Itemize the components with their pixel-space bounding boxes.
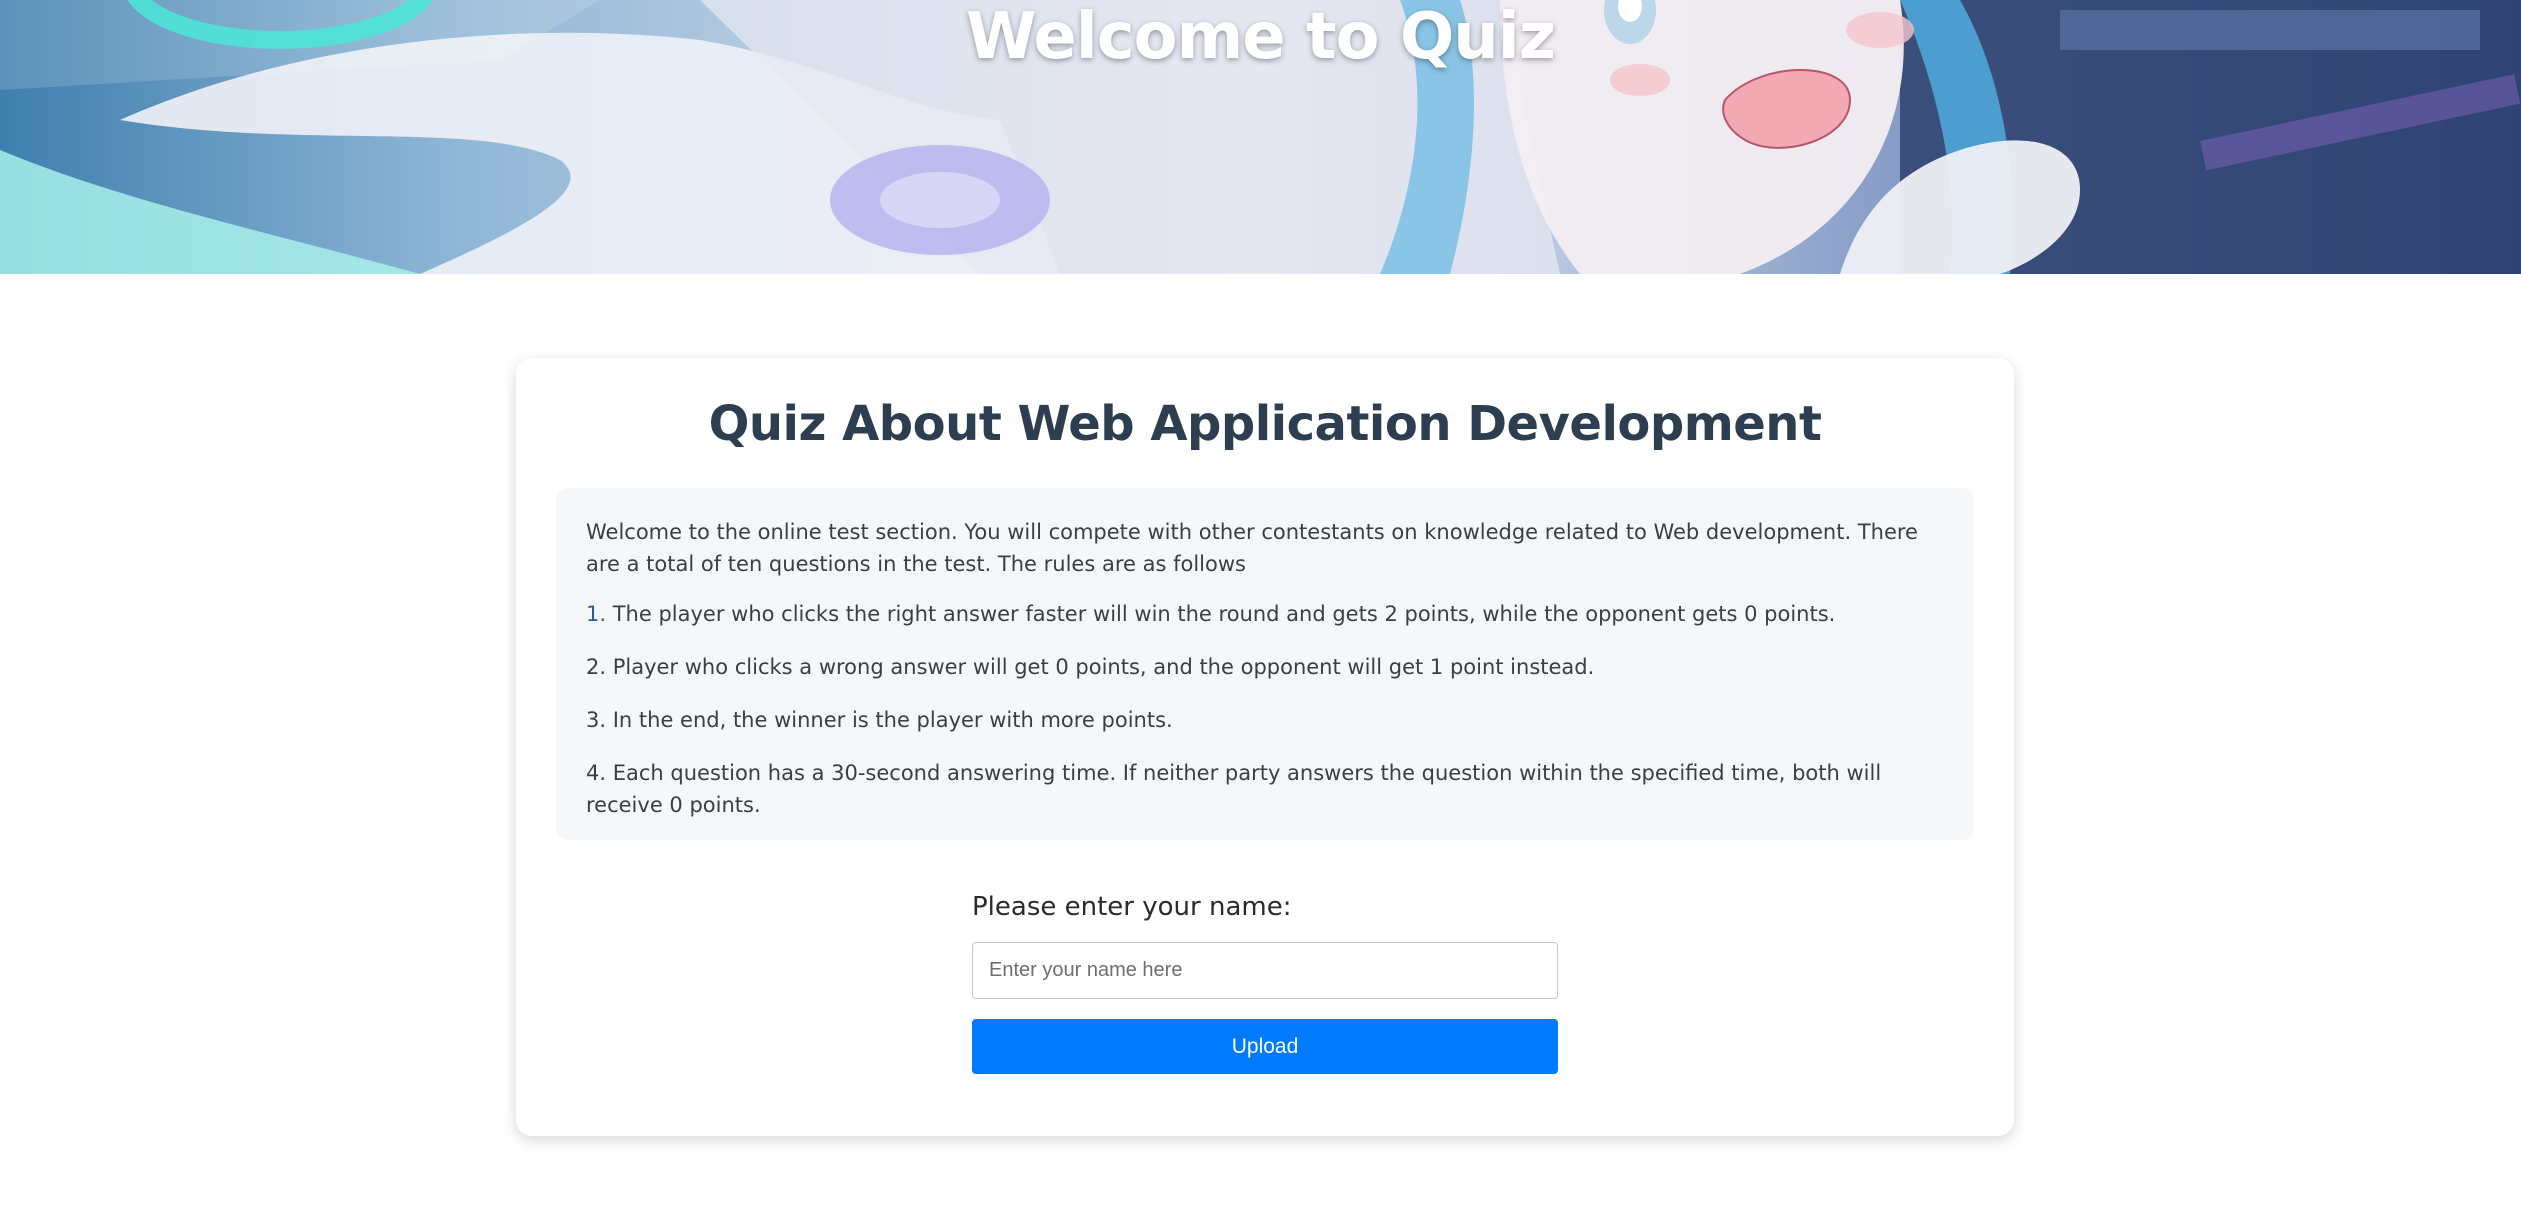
rule-item-2: 2. Player who clicks a wrong answer will…: [586, 651, 1944, 683]
rule-number: 2.: [586, 655, 607, 679]
name-form: Please enter your name: Upload: [972, 890, 1558, 1074]
hero-title: Welcome to Quiz: [966, 0, 1556, 74]
rule-text: Player who clicks a wrong answer will ge…: [606, 655, 1595, 679]
rule-number: 1.: [586, 602, 607, 626]
rule-item-3: 3. In the end, the winner is the player …: [586, 704, 1944, 736]
rule-item-1: 1. The player who clicks the right answe…: [586, 598, 1944, 630]
rule-item-4: 4. Each question has a 30-second answeri…: [586, 757, 1944, 821]
hero-banner: Welcome to Quiz: [0, 0, 2521, 274]
quiz-title: Quiz About Web Application Development: [708, 396, 1822, 452]
rule-number: 4.: [586, 761, 607, 785]
rules-panel: Welcome to the online test section. You …: [556, 488, 1974, 840]
name-label: Please enter your name:: [972, 892, 1292, 922]
quiz-card: Quiz About Web Application Development W…: [516, 358, 2014, 1136]
rule-text: In the end, the winner is the player wit…: [606, 708, 1173, 732]
rule-number: 3.: [586, 708, 607, 732]
name-input[interactable]: [972, 942, 1558, 999]
rule-text: The player who clicks the right answer f…: [606, 602, 1836, 626]
rules-intro: Welcome to the online test section. You …: [586, 520, 1918, 576]
upload-button[interactable]: Upload: [972, 1019, 1558, 1074]
rule-text: Each question has a 30-second answering …: [586, 761, 1882, 817]
